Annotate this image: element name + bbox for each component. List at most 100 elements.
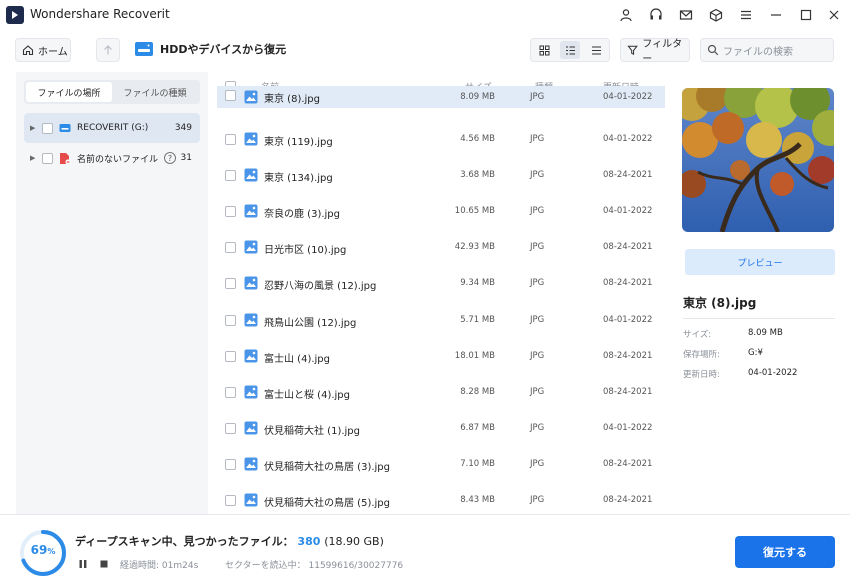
- home-button[interactable]: ホーム: [15, 38, 71, 62]
- table-row[interactable]: 東京 (119).jpg 4.56 MB JPG 04-01-2022: [217, 122, 665, 158]
- image-file-icon: [244, 240, 258, 254]
- image-file-icon: [244, 204, 258, 218]
- mail-icon[interactable]: [676, 5, 696, 25]
- filter-button[interactable]: フィルター: [620, 38, 690, 65]
- file-name: 富士山と桜 (4).jpg: [264, 389, 350, 401]
- status-bar: 69% ディープスキャン中、見つかったファイル： 380 (18.90 GB) …: [0, 514, 850, 583]
- file-type: JPG: [530, 350, 545, 361]
- image-file-icon: [244, 90, 258, 104]
- row-checkbox[interactable]: [225, 422, 236, 434]
- item-count: 31: [180, 153, 192, 163]
- progress-percent: 69%: [30, 543, 56, 557]
- prop-label-location: 保存場所:: [683, 350, 720, 360]
- checkbox[interactable]: [42, 122, 53, 134]
- table-row[interactable]: 富士山と桜 (4).jpg 8.28 MB JPG 08-24-2021: [217, 375, 665, 411]
- file-name: 伏見稲荷大社の鳥居 (3).jpg: [264, 461, 390, 473]
- file-size: 9.34 MB: [460, 278, 495, 289]
- file-size: 5.71 MB: [460, 314, 495, 325]
- image-file-icon: [244, 457, 258, 471]
- help-icon[interactable]: ?: [164, 152, 177, 164]
- divider: [683, 318, 835, 319]
- table-row[interactable]: 富士山 (4).jpg 18.01 MB JPG 08-24-2021: [217, 339, 665, 375]
- close-icon[interactable]: [824, 5, 844, 25]
- arrow-up-icon: [104, 45, 112, 55]
- sidebar-item-recoverit[interactable]: ▶ RECOVERIT (G:) 349: [24, 113, 200, 143]
- detail-view-icon[interactable]: [560, 41, 580, 59]
- minimize-icon[interactable]: [766, 5, 786, 25]
- chevron-right-icon[interactable]: ▶: [30, 154, 36, 162]
- file-size: 3.68 MB: [460, 170, 495, 181]
- view-mode-group: [530, 38, 610, 62]
- headset-icon[interactable]: [646, 5, 666, 25]
- image-file-icon: [244, 349, 258, 363]
- user-icon[interactable]: [616, 5, 636, 25]
- table-row[interactable]: 東京 (8).jpg 8.09 MB JPG 04-01-2022: [217, 86, 665, 108]
- maximize-icon[interactable]: [796, 5, 816, 25]
- row-checkbox[interactable]: [225, 495, 236, 506]
- image-file-icon: [244, 132, 258, 146]
- location-title: HDDやデバイスから復元: [134, 40, 286, 58]
- table-row[interactable]: 伏見稲荷大社の鳥居 (3).jpg 7.10 MB JPG 08-24-2021: [217, 447, 665, 483]
- table-row[interactable]: 忍野八海の風景 (12).jpg 9.34 MB JPG 08-24-2021: [217, 266, 665, 302]
- scan-status-text: ディープスキャン中、見つかったファイル：: [75, 535, 294, 548]
- search-input[interactable]: ファイルの検索: [700, 38, 834, 62]
- location-title-text: HDDやデバイスから復元: [160, 43, 287, 56]
- list-view-icon[interactable]: [586, 41, 606, 59]
- prop-label-size: サイズ:: [683, 330, 712, 340]
- item-count: 349: [174, 123, 192, 133]
- row-checkbox[interactable]: [225, 314, 236, 326]
- file-size: 8.09 MB: [460, 92, 495, 102]
- up-button[interactable]: [96, 38, 120, 62]
- prop-value-date: 04-01-2022: [748, 368, 798, 378]
- file-name: 東京 (119).jpg: [264, 137, 333, 148]
- prop-value-location: G:¥: [748, 348, 763, 358]
- row-checkbox[interactable]: [225, 386, 236, 398]
- table-row[interactable]: 飛鳥山公園 (12).jpg 5.71 MB JPG 04-01-2022: [217, 303, 665, 339]
- prop-label-date: 更新日時:: [683, 370, 720, 380]
- row-checkbox[interactable]: [225, 170, 236, 182]
- row-checkbox[interactable]: [225, 350, 236, 362]
- sidebar-item-unnamed[interactable]: ▶ 名前のないファイル ? 31: [24, 143, 200, 173]
- menu-icon[interactable]: [736, 5, 756, 25]
- drive-icon: [135, 42, 153, 56]
- table-row[interactable]: 伏見稲荷大社の鳥居 (5).jpg 8.43 MB JPG 08-24-2021: [217, 483, 665, 514]
- drive-icon: [59, 124, 71, 132]
- chevron-right-icon[interactable]: ▶: [30, 124, 36, 132]
- file-type: JPG: [530, 495, 545, 505]
- file-type: JPG: [530, 422, 545, 433]
- file-name: 日光市区 (10).jpg: [264, 245, 347, 257]
- table-row[interactable]: 日光市区 (10).jpg 42.93 MB JPG 08-24-2021: [217, 230, 665, 266]
- recover-button[interactable]: 復元する: [735, 536, 835, 568]
- row-checkbox[interactable]: [225, 134, 236, 145]
- row-checkbox[interactable]: [225, 278, 236, 290]
- found-size: (18.90 GB): [324, 535, 384, 548]
- file-size: 18.01 MB: [454, 350, 495, 361]
- preview-button[interactable]: プレビュー: [685, 249, 835, 275]
- table-row[interactable]: 伏見稲荷大社 (1).jpg 6.87 MB JPG 04-01-2022: [217, 411, 665, 447]
- file-date: 04-01-2022: [603, 92, 653, 102]
- row-checkbox[interactable]: [225, 458, 236, 470]
- stop-icon[interactable]: [99, 559, 109, 572]
- pause-icon[interactable]: [78, 559, 88, 572]
- row-checkbox[interactable]: [225, 90, 236, 101]
- table-row[interactable]: 東京 (134).jpg 3.68 MB JPG 08-24-2021: [217, 158, 665, 194]
- checkbox[interactable]: [42, 152, 53, 164]
- search-icon: [707, 44, 719, 56]
- file-date: 04-01-2022: [603, 314, 653, 325]
- tab-file-location[interactable]: ファイルの場所: [26, 82, 112, 102]
- file-name: 飛鳥山公園 (12).jpg: [264, 317, 357, 329]
- file-size: 42.93 MB: [454, 242, 495, 253]
- file-type: JPG: [530, 206, 545, 217]
- row-checkbox[interactable]: [225, 206, 236, 218]
- box-icon[interactable]: [706, 5, 726, 25]
- file-type: JPG: [530, 458, 545, 469]
- elapsed-time: 経過時間: 01m24s: [120, 561, 199, 571]
- table-row[interactable]: 奈良の鹿 (3).jpg 10.65 MB JPG 04-01-2022: [217, 194, 665, 230]
- image-file-icon: [244, 276, 258, 290]
- file-size: 7.10 MB: [460, 458, 495, 469]
- file-list: 名前 サイズ 種類 更新日時 東京 (8).jpg8.09 MBJPG04-01…: [217, 72, 665, 514]
- grid-view-icon[interactable]: [534, 41, 554, 59]
- tab-file-type[interactable]: ファイルの種類: [112, 82, 198, 102]
- row-checkbox[interactable]: [225, 242, 236, 254]
- app-title: Wondershare Recoverit: [30, 7, 170, 21]
